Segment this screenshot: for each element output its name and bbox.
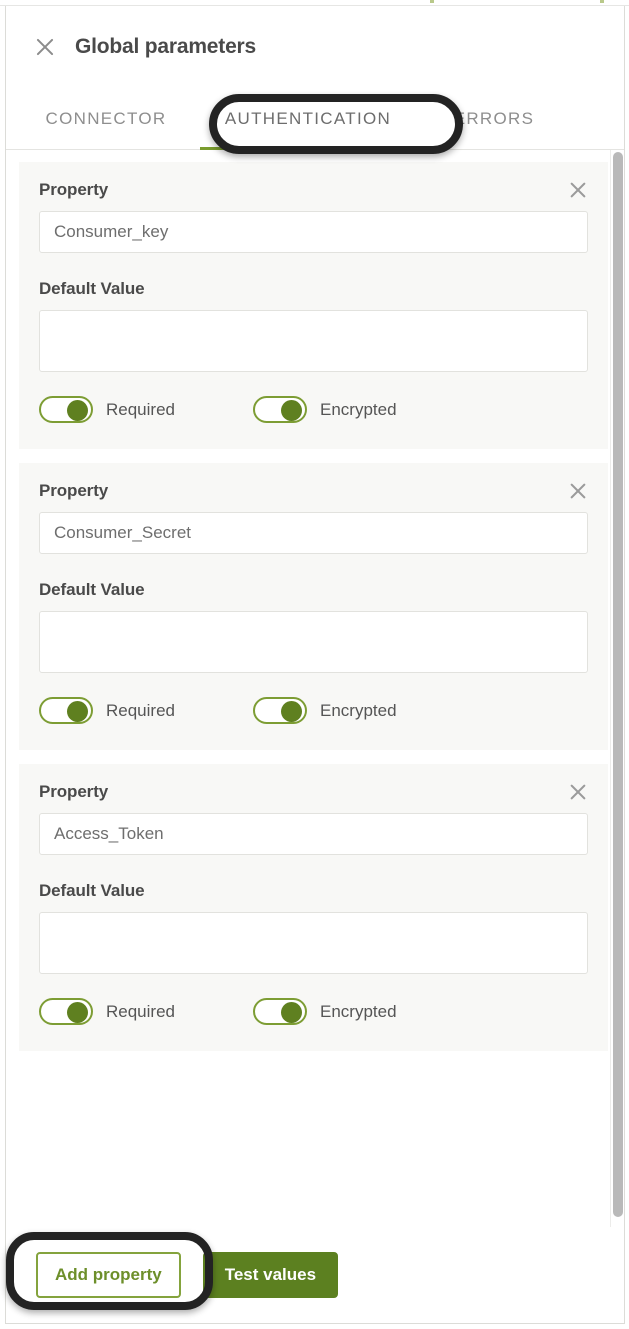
default-value-label: Default Value	[39, 279, 145, 298]
toggle-row: Required Encrypted	[39, 697, 588, 724]
remove-property-icon[interactable]	[566, 178, 590, 202]
encrypted-toggle[interactable]: Encrypted	[253, 998, 397, 1025]
required-label: Required	[106, 700, 175, 720]
encrypted-switch-knob	[281, 701, 302, 722]
properties-scroll-region: Property Default Value Required Encrypte…	[6, 150, 624, 1227]
property-name-input[interactable]	[39, 512, 588, 554]
encrypted-label: Encrypted	[320, 399, 397, 419]
encrypted-switch[interactable]	[253, 998, 307, 1025]
default-value-input[interactable]	[39, 310, 588, 372]
scrollbar-thumb[interactable]	[613, 152, 623, 1217]
toggle-row: Required Encrypted	[39, 998, 588, 1025]
encrypted-toggle[interactable]: Encrypted	[253, 697, 397, 724]
encrypted-switch[interactable]	[253, 396, 307, 423]
property-name-input[interactable]	[39, 813, 588, 855]
default-value-input[interactable]	[39, 611, 588, 673]
required-switch-knob	[67, 1002, 88, 1023]
encrypted-toggle[interactable]: Encrypted	[253, 396, 397, 423]
tab-connector[interactable]: CONNECTOR	[32, 88, 180, 149]
encrypted-label: Encrypted	[320, 700, 397, 720]
required-toggle[interactable]: Required	[39, 998, 175, 1025]
encrypted-switch[interactable]	[253, 697, 307, 724]
remove-property-icon[interactable]	[566, 780, 590, 804]
tab-errors-label: ERRORS	[453, 108, 535, 128]
add-property-button[interactable]: Add property	[36, 1252, 181, 1298]
required-switch-knob	[67, 701, 88, 722]
properties-list: Property Default Value Required Encrypte…	[6, 150, 610, 1065]
required-switch[interactable]	[39, 697, 93, 724]
background-marker-right	[600, 0, 604, 3]
encrypted-switch-knob	[281, 400, 302, 421]
remove-property-icon[interactable]	[566, 479, 590, 503]
global-parameters-panel: Global parameters CONNECTOR AUTHENTICATI…	[5, 6, 625, 1324]
encrypted-label: Encrypted	[320, 1001, 397, 1021]
close-icon[interactable]	[32, 34, 58, 60]
default-value-input[interactable]	[39, 912, 588, 974]
property-name-input[interactable]	[39, 211, 588, 253]
property-card: Property Default Value Required Encrypte…	[19, 463, 608, 750]
tab-connector-label: CONNECTOR	[45, 108, 167, 128]
required-label: Required	[106, 399, 175, 419]
toggle-row: Required Encrypted	[39, 396, 588, 423]
action-bar: Add property Test values	[6, 1227, 624, 1323]
property-card: Property Default Value Required Encrypte…	[19, 162, 608, 449]
required-toggle[interactable]: Required	[39, 396, 175, 423]
required-label: Required	[106, 1001, 175, 1021]
vertical-scrollbar[interactable]	[610, 150, 624, 1227]
test-values-button[interactable]: Test values	[202, 1252, 339, 1298]
default-value-label: Default Value	[39, 881, 145, 900]
tab-authentication[interactable]: AUTHENTICATION	[200, 88, 416, 150]
property-card: Property Default Value Required Encrypte…	[19, 764, 608, 1051]
default-value-label: Default Value	[39, 580, 145, 599]
required-switch[interactable]	[39, 396, 93, 423]
panel-header: Global parameters	[6, 6, 624, 88]
required-switch-knob	[67, 400, 88, 421]
tab-errors[interactable]: ERRORS	[434, 88, 554, 149]
encrypted-switch-knob	[281, 1002, 302, 1023]
required-switch[interactable]	[39, 998, 93, 1025]
background-marker-left	[430, 0, 434, 3]
property-label: Property	[39, 180, 109, 199]
page-title: Global parameters	[75, 35, 257, 58]
property-label: Property	[39, 782, 109, 801]
property-label: Property	[39, 481, 109, 500]
required-toggle[interactable]: Required	[39, 697, 175, 724]
tab-bar: CONNECTOR AUTHENTICATION ERRORS	[6, 88, 624, 150]
tab-authentication-label: AUTHENTICATION	[224, 108, 392, 128]
